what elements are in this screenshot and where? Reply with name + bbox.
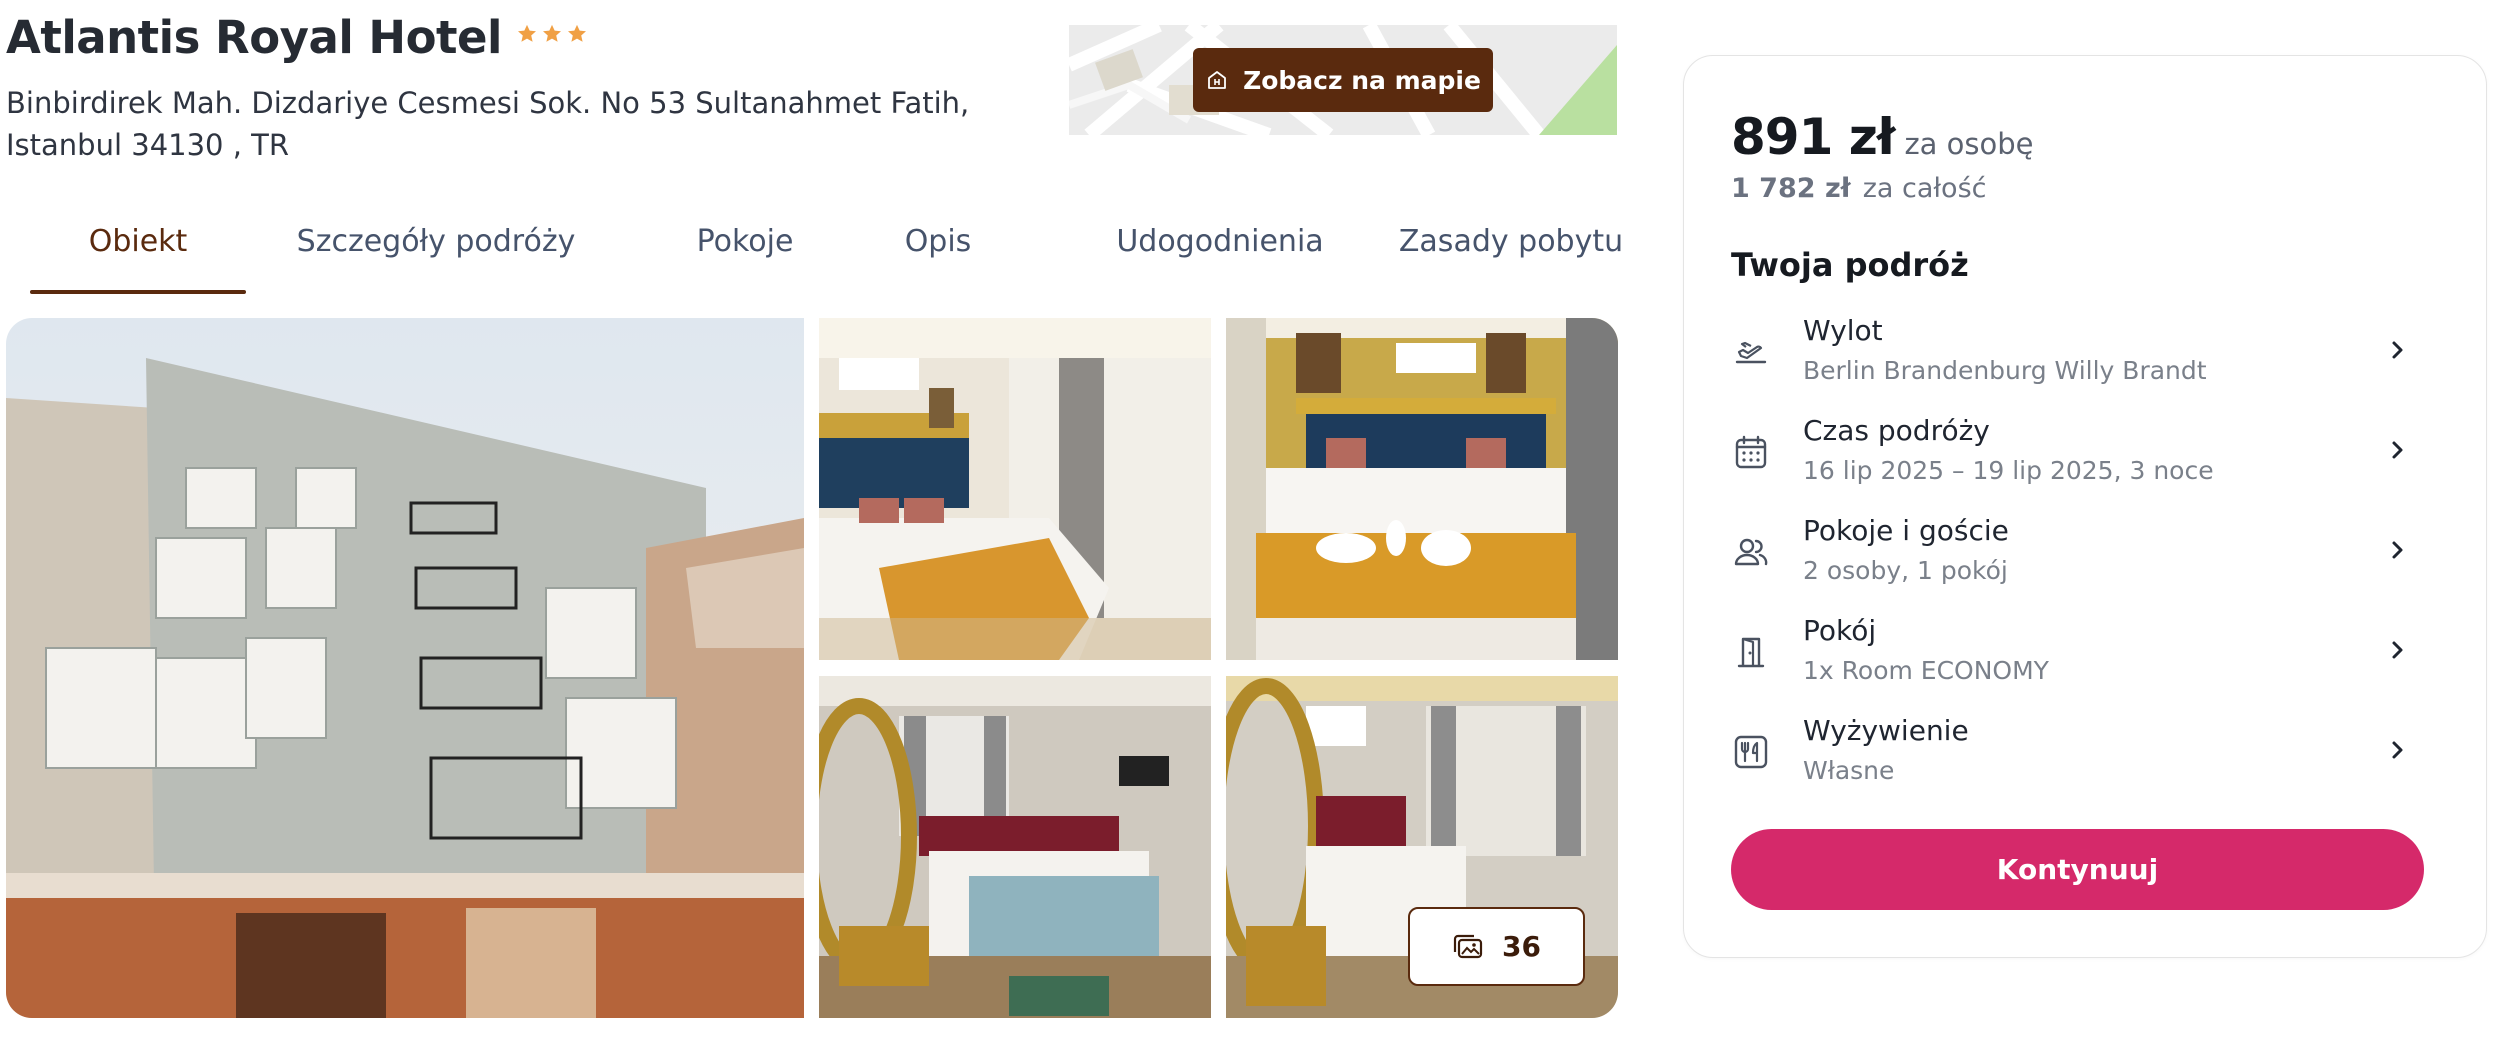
tab-opis[interactable]: Opis — [878, 210, 998, 294]
trip-item-board[interactable]: Wyżywienie Własne — [1731, 714, 2411, 804]
total-value: 1 782 zł — [1731, 173, 1851, 204]
tab-obiekt[interactable]: Obiekt — [30, 210, 246, 294]
all-photos-button[interactable]: 36 — [1408, 907, 1585, 986]
trip-item-room[interactable]: Pokój 1x Room ECONOMY — [1731, 614, 2411, 704]
star-icon — [567, 24, 586, 42]
dates-label: Czas podróży — [1803, 414, 1990, 447]
departure-value: Berlin Brandenburg Willy Brandt — [1803, 356, 2207, 385]
board-value: Własne — [1803, 756, 1895, 785]
chevron-right-icon — [2392, 341, 2403, 359]
price-total: 1 782 zł za całość — [1731, 173, 1986, 204]
gallery-photo-room-1[interactable] — [819, 318, 1211, 660]
chevron-right-icon — [2392, 441, 2403, 459]
hotel-header: Atlantis Royal Hotel — [6, 8, 588, 68]
tab-zasady-pobytu[interactable]: Zasady pobytu — [1399, 210, 1623, 294]
tab-szczegoly-podrozy[interactable]: Szczegóły podróży — [286, 210, 586, 294]
photo-count-label: 36 — [1502, 930, 1541, 963]
gallery-photo-room-2[interactable] — [1226, 318, 1618, 660]
show-on-map-label: Zobacz na mapie — [1243, 65, 1481, 95]
room-value: 1x Room ECONOMY — [1803, 656, 2049, 685]
star-icon — [517, 24, 536, 42]
calendar-icon — [1735, 435, 1767, 469]
chevron-right-icon — [2392, 741, 2403, 759]
price-unit: za osobę — [1904, 127, 2034, 161]
photo-gallery — [6, 318, 1618, 1018]
users-icon — [1734, 538, 1768, 566]
guests-value: 2 osoby, 1 pokój — [1803, 556, 2008, 585]
trip-item-guests[interactable]: Pokoje i goście 2 osoby, 1 pokój — [1731, 514, 2411, 604]
plane-departure-icon — [1735, 341, 1767, 364]
booking-card: 891 zł za osobę 1 782 zł za całość Twoja… — [1683, 55, 2487, 958]
dates-value: 16 lip 2025 – 19 lip 2025, 3 noce — [1803, 456, 2214, 485]
tab-pokoje[interactable]: Pokoje — [670, 210, 820, 294]
board-label: Wyżywienie — [1803, 714, 1969, 747]
total-unit: za całość — [1862, 173, 1987, 204]
gallery-photo-facade[interactable] — [6, 318, 804, 1018]
hotel-name: Atlantis Royal Hotel — [6, 11, 502, 64]
trip-item-dates[interactable]: Czas podróży 16 lip 2025 – 19 lip 2025, … — [1731, 414, 2411, 504]
guests-label: Pokoje i goście — [1803, 514, 2009, 547]
photo-gallery-icon — [1453, 934, 1483, 958]
star-rating — [516, 23, 588, 45]
chevron-right-icon — [2392, 541, 2403, 559]
tab-udogodnienia[interactable]: Udogodnienia — [1080, 210, 1360, 294]
trip-title: Twoja podróż — [1731, 246, 1969, 284]
chevron-right-icon — [2392, 641, 2403, 659]
star-icon — [542, 24, 561, 42]
continue-button[interactable]: Kontynuuj — [1731, 829, 2424, 910]
price-per-person: 891 zł za osobę — [1731, 108, 2034, 166]
hotel-icon — [1208, 71, 1226, 89]
hotel-address: Binbirdirek Mah. Dizdariye Cesmesi Sok. … — [6, 86, 970, 162]
trip-item-departure[interactable]: Wylot Berlin Brandenburg Willy Brandt — [1731, 314, 2411, 404]
gallery-photo-room-3[interactable] — [819, 676, 1211, 1018]
room-label: Pokój — [1803, 614, 1877, 647]
show-on-map-button[interactable]: Zobacz na mapie — [1193, 48, 1493, 112]
price-value: 891 zł — [1731, 108, 1895, 166]
fork-knife-icon — [1734, 735, 1768, 769]
door-icon — [1737, 637, 1765, 668]
section-tabs: Obiekt Szczegóły podróży Pokoje Opis Udo… — [30, 210, 1623, 294]
departure-label: Wylot — [1803, 314, 1883, 347]
